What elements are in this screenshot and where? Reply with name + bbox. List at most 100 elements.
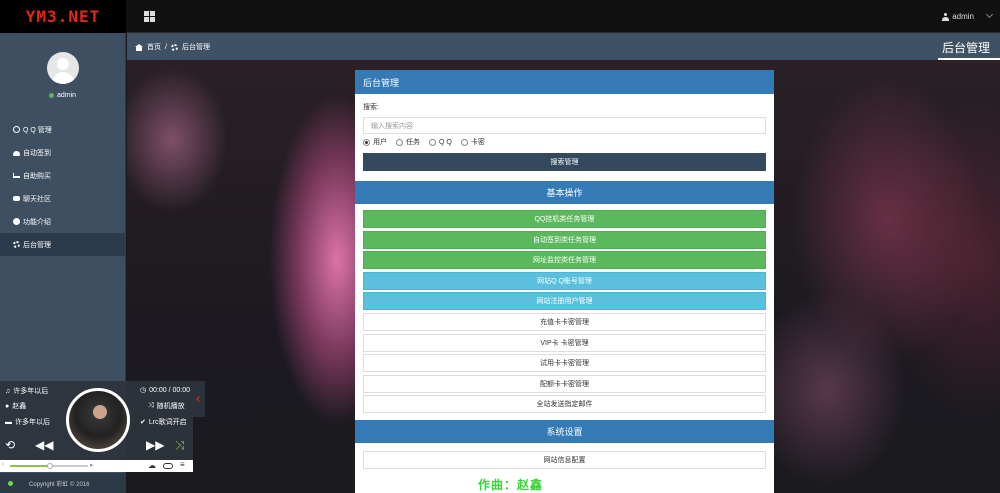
cloud-icon xyxy=(13,151,20,156)
volume-high-icon: ▸ xyxy=(90,462,94,469)
chevron-down-icon[interactable] xyxy=(985,10,994,19)
sidebar-item-label: 聊天社区 xyxy=(23,195,51,203)
radio-label: 卡密 xyxy=(470,139,485,146)
site-logo-text: YM3.NET xyxy=(25,7,101,26)
site-logo[interactable]: YM3.NET xyxy=(0,0,126,33)
repeat-icon[interactable]: ⟲ xyxy=(5,438,15,452)
radio-label: Q Q xyxy=(439,138,452,146)
player-controls-bar: ‹ ▸ ☁ ≡ xyxy=(0,460,193,472)
globe-icon xyxy=(13,126,20,133)
sidebar-item-chat[interactable]: 聊天社区 xyxy=(0,187,126,210)
send-mail-button[interactable]: 全站发送指定邮件 xyxy=(363,395,766,414)
quota-card-button[interactable]: 配额卡卡密管理 xyxy=(363,374,766,393)
song-title: ♫ 许多年以后 xyxy=(5,386,48,396)
radio-user[interactable]: 用户 xyxy=(363,137,387,147)
panel-title: 后台管理 xyxy=(355,70,774,94)
play-mode-text: 随机播放 xyxy=(156,403,185,410)
cloud-download-icon[interactable]: ☁ xyxy=(148,461,156,470)
search-label: 搜索: xyxy=(363,104,379,111)
search-input[interactable]: 输入搜索内容 xyxy=(363,117,766,134)
breadcrumb-home[interactable]: 首页 xyxy=(147,42,161,52)
sidebar-item-admin[interactable]: 后台管理 xyxy=(0,233,126,256)
sidebar-toggle-grid-icon[interactable] xyxy=(144,11,155,22)
sidebar-nav: Q Q 管理 自动签到 自助购买 聊天社区 功能介绍 后台管理 xyxy=(0,118,126,256)
registered-users-button[interactable]: 网站注册用户管理 xyxy=(363,292,766,311)
basic-ops-list: QQ挂机类任务管理 自动签到类任务管理 网址监控类任务管理 网站Q Q账号管理 … xyxy=(355,204,774,414)
volume-handle[interactable] xyxy=(47,463,53,469)
next-icon[interactable]: ▶▶ xyxy=(146,438,164,452)
chevron-left-icon xyxy=(196,396,202,402)
user-menu[interactable]: admin xyxy=(942,12,974,21)
gear-icon xyxy=(170,43,178,51)
copyright-text: Copyright 彩虹 © 2016 xyxy=(29,481,90,488)
breadcrumb-separator: / xyxy=(165,43,167,51)
toggle-icon[interactable] xyxy=(163,463,173,469)
artist: ● 赵鑫 xyxy=(5,401,26,411)
breadcrumb-bar: 首页 / 后台管理 后台管理 xyxy=(127,33,1000,60)
volume-level xyxy=(10,465,48,467)
folder-icon: ▬ xyxy=(5,418,12,426)
admin-panel: 后台管理 搜索: 输入搜索内容 用户 任务 Q Q 卡密 搜索管理 基本操作 Q… xyxy=(355,70,774,493)
play-mode[interactable]: ⤨ 随机播放 xyxy=(148,401,185,411)
online-status-icon xyxy=(49,93,54,98)
play-time: ◷ 00:00 / 00:00 xyxy=(140,386,190,395)
sidebar-item-shop[interactable]: 自助购买 xyxy=(0,164,126,187)
shuffle-active-icon[interactable]: ⤨ xyxy=(175,438,185,453)
sidebar-item-auto-sign[interactable]: 自动签到 xyxy=(0,141,126,164)
user-icon: ● xyxy=(5,402,10,410)
previous-icon[interactable]: ◀◀ xyxy=(35,438,53,452)
breadcrumb-current: 后台管理 xyxy=(181,44,210,51)
info-icon xyxy=(13,218,20,225)
chat-icon xyxy=(13,196,20,201)
sidebar-item-label: 自动签到 xyxy=(23,149,51,157)
qq-account-button[interactable]: 网站Q Q账号管理 xyxy=(363,271,766,290)
lyric-status-text: Lrc歌词开启 xyxy=(148,419,187,426)
system-ops-list: 网站信息配置 xyxy=(355,443,774,470)
recharge-card-button[interactable]: 充值卡卡密管理 xyxy=(363,312,766,331)
page-title: 后台管理 xyxy=(941,41,990,55)
status-dot-icon xyxy=(8,480,13,486)
shuffle-icon: ⤨ xyxy=(148,402,154,409)
music-player: ♫ 许多年以后 ● 赵鑫 ▬ 许多年以后 ◷ 00:00 / 00:00 ⤨ 随机播放 ✔… xyxy=(0,381,193,472)
user-icon xyxy=(942,12,950,21)
user-status-label: admin xyxy=(57,92,77,99)
artist-text: 赵鑫 xyxy=(12,403,27,410)
album: ▬ 许多年以后 xyxy=(5,417,50,427)
trial-card-button[interactable]: 试用卡卡密管理 xyxy=(363,354,766,373)
song-title-text: 许多年以后 xyxy=(13,388,49,395)
menu-icon[interactable]: ≡ xyxy=(180,460,187,469)
sidebar-item-label: Q Q 管理 xyxy=(23,126,52,134)
sidebar-item-qq[interactable]: Q Q 管理 xyxy=(0,118,126,141)
sidebar-item-features[interactable]: 功能介绍 xyxy=(0,210,126,233)
volume-slider[interactable] xyxy=(10,463,88,469)
sidebar-item-label: 后台管理 xyxy=(23,241,51,249)
player-collapse-button[interactable] xyxy=(193,381,205,417)
radio-qq[interactable]: Q Q xyxy=(429,138,452,146)
site-config-button[interactable]: 网站信息配置 xyxy=(363,451,766,470)
album-cover xyxy=(66,388,130,452)
clock-icon: ◷ xyxy=(140,387,147,394)
avatar[interactable] xyxy=(47,52,79,84)
radio-button[interactable] xyxy=(460,138,468,146)
radio-button[interactable] xyxy=(396,138,403,146)
sidebar-item-label: 自助购买 xyxy=(23,172,51,180)
monitor-task-button[interactable]: 网址监控类任务管理 xyxy=(363,251,766,270)
footer: Copyright 彩虹 © 2016 xyxy=(0,473,126,493)
lyric-display: 作曲：赵鑫 xyxy=(478,478,544,492)
top-navbar: YM3.NET admin xyxy=(0,0,1000,33)
user-menu-label: admin xyxy=(952,12,974,21)
qq-task-button[interactable]: QQ挂机类任务管理 xyxy=(363,210,766,228)
sign-task-button[interactable]: 自动签到类任务管理 xyxy=(363,230,766,249)
radio-task[interactable]: 任务 xyxy=(396,137,420,147)
sidebar-item-label: 功能介绍 xyxy=(23,218,51,226)
play-time-text: 00:00 / 00:00 xyxy=(149,386,190,394)
radio-button[interactable] xyxy=(363,138,370,146)
radio-button[interactable] xyxy=(429,138,436,146)
lyric-toggle[interactable]: ✔ Lrc歌词开启 xyxy=(140,417,187,427)
radio-card[interactable]: 卡密 xyxy=(460,137,485,147)
check-circle-icon: ✔ xyxy=(140,419,146,426)
volume-low-icon: ‹ xyxy=(2,461,5,468)
vip-card-button[interactable]: VIP卡 卡密管理 xyxy=(363,333,766,352)
search-button[interactable]: 搜索管理 xyxy=(363,153,766,171)
gear-icon xyxy=(13,241,20,248)
